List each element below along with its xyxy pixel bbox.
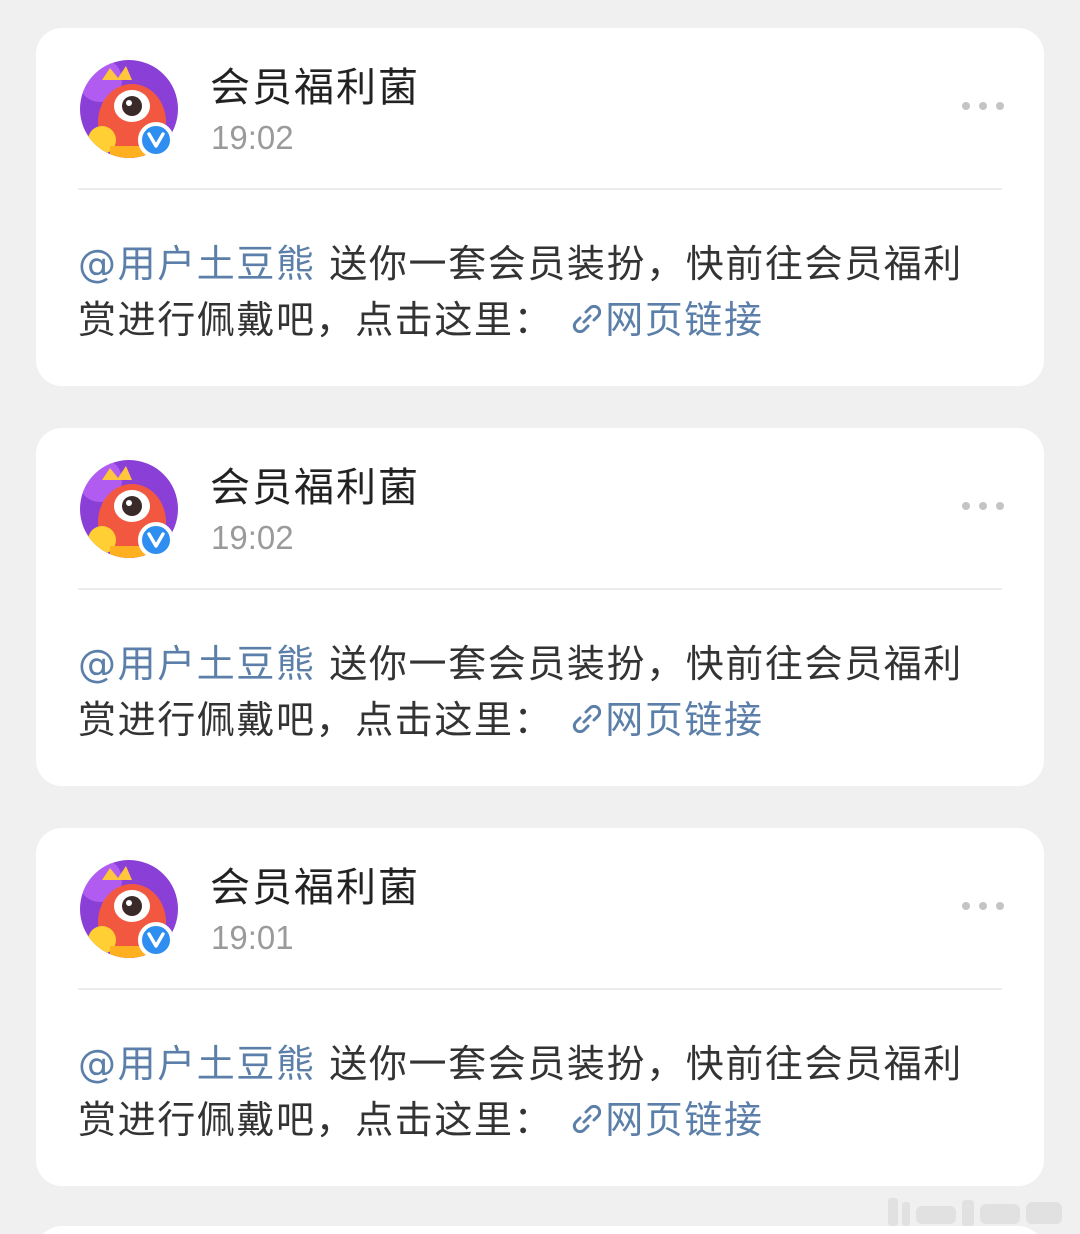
verified-v-icon	[138, 522, 174, 558]
post-time: 19:02	[211, 519, 294, 556]
web-link-label[interactable]: 网页链接	[605, 698, 763, 742]
web-link[interactable]: 网页链接	[553, 298, 763, 342]
post-body: @用户土豆熊 送你一套会员装扮，快前往会员福利赏进行佩戴吧，点击这里： 网页链接	[78, 1036, 978, 1148]
divider	[78, 988, 1002, 990]
post-time: 19:02	[211, 119, 294, 156]
notification-card[interactable]: 会员福利菌 19:02 @用户土豆熊 送你一套会员装扮，快前往会员福利赏进行佩戴…	[36, 428, 1044, 786]
watermark-logo-icon	[888, 1198, 1062, 1226]
post-time: 19:01	[211, 919, 294, 956]
link-chain-icon	[573, 1104, 602, 1134]
verified-v-icon	[138, 922, 174, 958]
author-avatar[interactable]	[80, 60, 178, 158]
mention-link[interactable]: @用户土豆熊	[78, 642, 316, 686]
divider	[78, 588, 1002, 590]
more-dots-icon[interactable]	[962, 100, 1004, 112]
author-name[interactable]: 会员福利菌	[210, 864, 420, 912]
notification-card[interactable]: 会员福利菌 19:02 @用户土豆熊 送你一套会员装扮，快前往会员福利赏进行佩戴…	[36, 28, 1044, 386]
web-link-label[interactable]: 网页链接	[605, 298, 763, 342]
author-name[interactable]: 会员福利菌	[210, 64, 420, 112]
web-link-label[interactable]: 网页链接	[605, 1098, 763, 1142]
notification-card[interactable]: 会员福利菌 19:01 @用户土豆熊 送你一套会员装扮，快前往会员福利赏进行佩戴…	[36, 828, 1044, 1186]
more-dots-icon[interactable]	[962, 500, 1004, 512]
mention-link[interactable]: @用户土豆熊	[78, 242, 316, 286]
author-avatar[interactable]	[80, 460, 178, 558]
mention-link[interactable]: @用户土豆熊	[78, 1042, 316, 1086]
more-dots-icon[interactable]	[962, 900, 1004, 912]
author-avatar[interactable]	[80, 860, 178, 958]
author-name[interactable]: 会员福利菌	[210, 464, 420, 512]
post-body: @用户土豆熊 送你一套会员装扮，快前往会员福利赏进行佩戴吧，点击这里： 网页链接	[78, 636, 978, 748]
notification-feed: 会员福利菌 19:02 @用户土豆熊 送你一套会员装扮，快前往会员福利赏进行佩戴…	[0, 0, 1080, 1234]
post-body: @用户土豆熊 送你一套会员装扮，快前往会员福利赏进行佩戴吧，点击这里： 网页链接	[78, 236, 978, 348]
web-link[interactable]: 网页链接	[553, 698, 763, 742]
web-link[interactable]: 网页链接	[553, 1098, 763, 1142]
link-chain-icon	[573, 704, 602, 734]
link-chain-icon	[573, 304, 602, 334]
verified-v-icon	[138, 122, 174, 158]
divider	[78, 188, 1002, 190]
